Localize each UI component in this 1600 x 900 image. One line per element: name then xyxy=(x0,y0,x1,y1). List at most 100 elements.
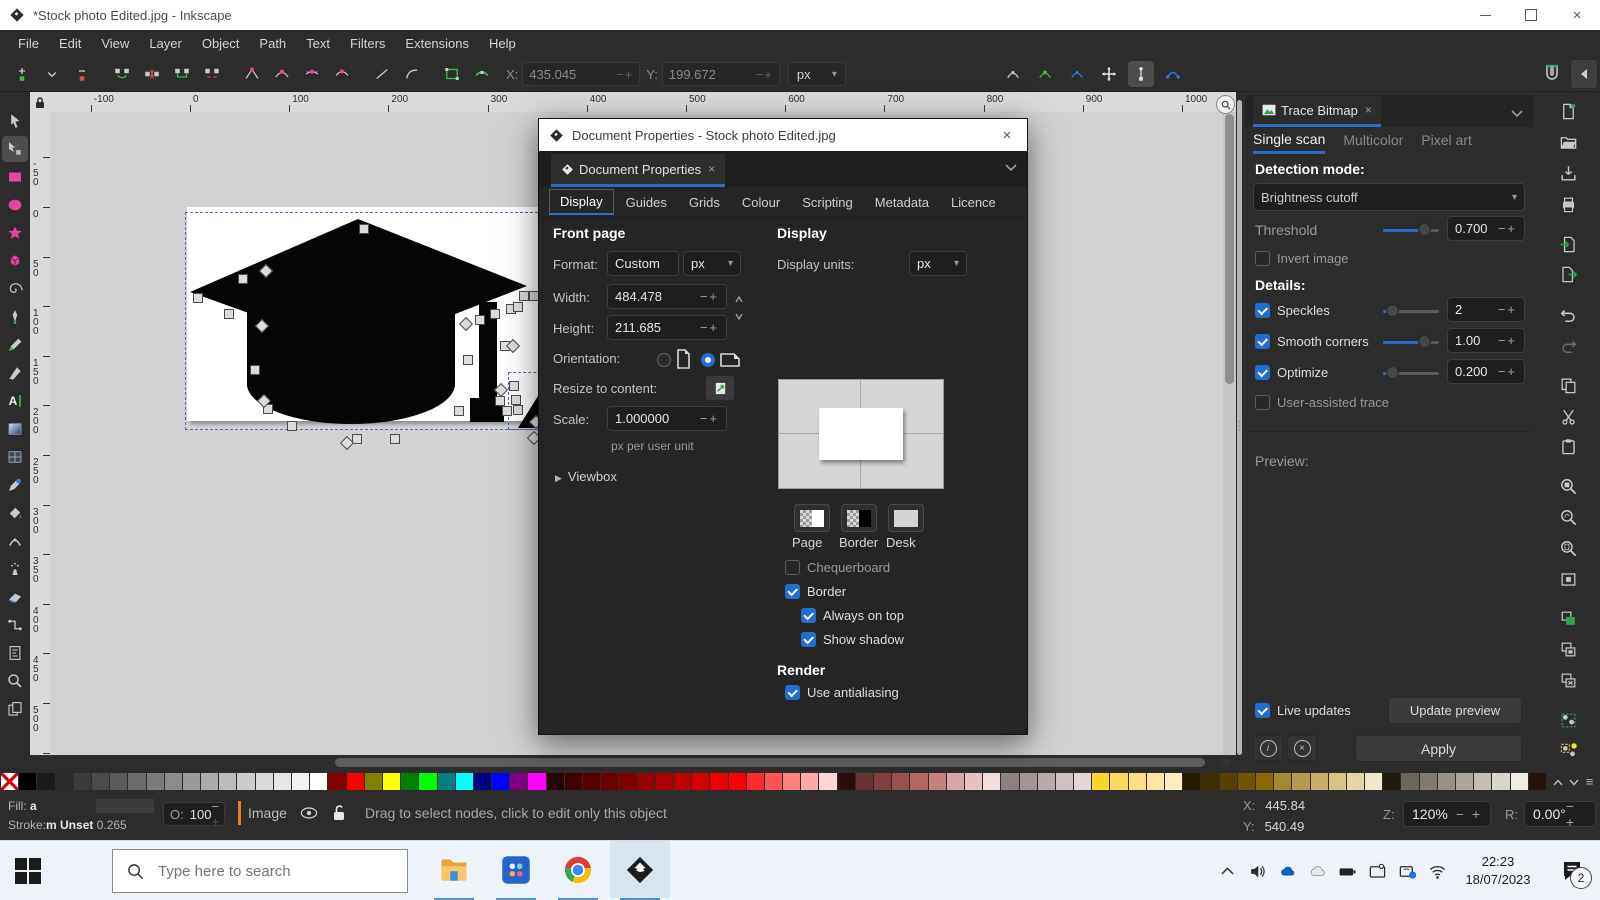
unit-dropdown[interactable]: px▾ xyxy=(788,62,846,86)
palette-swatch[interactable] xyxy=(965,773,982,790)
palette-swatch[interactable] xyxy=(510,773,527,790)
zoom-selection-button[interactable] xyxy=(1554,475,1582,499)
palette-swatch[interactable] xyxy=(256,773,273,790)
resize-to-content-button[interactable] xyxy=(705,375,735,401)
palette-swatch[interactable] xyxy=(1492,773,1509,790)
tool-spray-button[interactable] xyxy=(2,556,28,582)
tool-calligraphy-button[interactable] xyxy=(2,360,28,386)
palette-swatch[interactable] xyxy=(110,773,127,790)
zoom-page-button[interactable] xyxy=(1554,536,1582,560)
format-unit-dropdown[interactable]: px▾ xyxy=(683,251,741,276)
tool-selector-button[interactable] xyxy=(2,108,28,134)
palette-swatch[interactable] xyxy=(1020,773,1037,790)
y-coordinate-field[interactable]: 199.672−+ xyxy=(662,62,780,86)
menu-filters[interactable]: Filters xyxy=(340,36,395,51)
palette-swatch[interactable] xyxy=(1201,773,1218,790)
palette-swatch[interactable] xyxy=(1220,773,1237,790)
palette-swatch[interactable] xyxy=(1365,773,1382,790)
scrollbar-thumb[interactable] xyxy=(1225,114,1234,384)
palette-swatch[interactable] xyxy=(219,773,236,790)
speckles-checkbox[interactable]: Speckles xyxy=(1255,303,1330,318)
dialog-tab-colour[interactable]: Colour xyxy=(732,191,790,214)
palette-swatch[interactable] xyxy=(638,773,655,790)
palette-swatch[interactable] xyxy=(1183,773,1200,790)
display-units-dropdown[interactable]: px▾ xyxy=(909,251,967,276)
save-document-button[interactable] xyxy=(1554,162,1582,186)
palette-swatch[interactable] xyxy=(947,773,964,790)
open-document-button[interactable] xyxy=(1554,131,1582,155)
tool-paint-bucket-button[interactable] xyxy=(2,500,28,526)
palette-swatch[interactable] xyxy=(1292,773,1309,790)
dialog-tab-display[interactable]: Display xyxy=(549,189,614,215)
undo-button[interactable] xyxy=(1554,303,1582,327)
taskbar-app-file-explorer[interactable] xyxy=(424,841,484,898)
toolbar-join-segment-button[interactable] xyxy=(170,62,194,86)
palette-swatch[interactable] xyxy=(874,773,891,790)
palette-swatch[interactable] xyxy=(1038,773,1055,790)
notification-center-button[interactable]: 2 xyxy=(1544,841,1600,900)
always-on-top-checkbox[interactable]: Always on top xyxy=(801,608,904,623)
node-handle[interactable] xyxy=(519,291,529,301)
toolbar-edit-clip-button[interactable] xyxy=(1000,61,1026,87)
page-page-color-button[interactable] xyxy=(794,504,830,532)
palette-swatch[interactable] xyxy=(1274,773,1291,790)
tool-text-page-button[interactable] xyxy=(2,640,28,666)
tray-cloud-button[interactable] xyxy=(1302,841,1332,900)
tool-tweak-button[interactable] xyxy=(2,528,28,554)
palette-swatch[interactable] xyxy=(19,773,36,790)
copy-button[interactable] xyxy=(1554,373,1582,397)
dock-tab-close-icon[interactable]: × xyxy=(708,162,715,176)
viewbox-expander[interactable]: ▶Viewbox xyxy=(555,469,617,484)
palette-swatch[interactable] xyxy=(456,773,473,790)
scroll-corner-icon[interactable] xyxy=(1219,755,1234,769)
palette-swatch[interactable] xyxy=(492,773,509,790)
link-dimensions-icon[interactable] xyxy=(735,295,743,323)
palette-swatch[interactable] xyxy=(1311,773,1328,790)
group-objects-button[interactable] xyxy=(1554,708,1582,732)
palette-swatch[interactable] xyxy=(838,773,855,790)
toolbar-corner-node-button[interactable] xyxy=(240,62,264,86)
palette-swatch[interactable] xyxy=(147,773,164,790)
tool-box-3d-button[interactable] xyxy=(2,248,28,274)
toolbar-join-nodes-button[interactable] xyxy=(110,62,134,86)
palette-swatch[interactable] xyxy=(819,773,836,790)
palette-swatch[interactable] xyxy=(528,773,545,790)
palette-swatch[interactable] xyxy=(929,773,946,790)
tool-pencil-button[interactable] xyxy=(2,332,28,358)
dialog-tab-metadata[interactable]: Metadata xyxy=(865,191,939,214)
menu-view[interactable]: View xyxy=(91,36,139,51)
toolbar-insert-node-menu-button[interactable] xyxy=(40,62,64,86)
ungroup-objects-button[interactable] xyxy=(1554,739,1582,763)
snap-bar-collapse-button[interactable] xyxy=(1570,59,1598,89)
fill-color-swatch[interactable] xyxy=(96,799,154,813)
height-field[interactable]: 211.685−+ xyxy=(607,315,727,340)
palette-swatch[interactable] xyxy=(1256,773,1273,790)
node-handle[interactable] xyxy=(502,406,512,416)
node-handle[interactable] xyxy=(511,395,521,405)
palette-swatch[interactable] xyxy=(1092,773,1109,790)
canvas-horizontal-scrollbar[interactable] xyxy=(50,756,1236,769)
unlink-clone-button[interactable] xyxy=(1554,669,1582,693)
palette-swatch[interactable] xyxy=(474,773,491,790)
tool-node-button[interactable] xyxy=(2,136,28,162)
dock-tab-trace-bitmap[interactable]: Trace Bitmap × xyxy=(1253,96,1381,127)
toolbar-insert-node-button[interactable] xyxy=(10,62,34,86)
taskbar-app-slack[interactable] xyxy=(486,841,546,898)
palette-swatch[interactable] xyxy=(910,773,927,790)
trace-abort-button[interactable]: × xyxy=(1287,735,1317,761)
palette-swatch[interactable] xyxy=(983,773,1000,790)
taskbar-app-chrome[interactable] xyxy=(548,841,608,898)
layer-lock-icon[interactable] xyxy=(332,804,346,821)
tool-pages-button[interactable] xyxy=(2,696,28,722)
dialog-tab-guides[interactable]: Guides xyxy=(616,191,677,214)
palette-swatch[interactable] xyxy=(438,773,455,790)
start-button[interactable] xyxy=(12,855,44,887)
toolbar-path-effects-button[interactable] xyxy=(1064,61,1090,87)
toolbar-stroke-to-path-button[interactable] xyxy=(470,62,494,86)
palette-swatch[interactable] xyxy=(1129,773,1146,790)
palette-swatch[interactable] xyxy=(747,773,764,790)
ruler-lock[interactable] xyxy=(30,92,50,112)
tool-star-button[interactable] xyxy=(2,220,28,246)
detection-mode-dropdown[interactable]: Brightness cutoff▾ xyxy=(1253,183,1525,211)
palette-swatch[interactable] xyxy=(583,773,600,790)
